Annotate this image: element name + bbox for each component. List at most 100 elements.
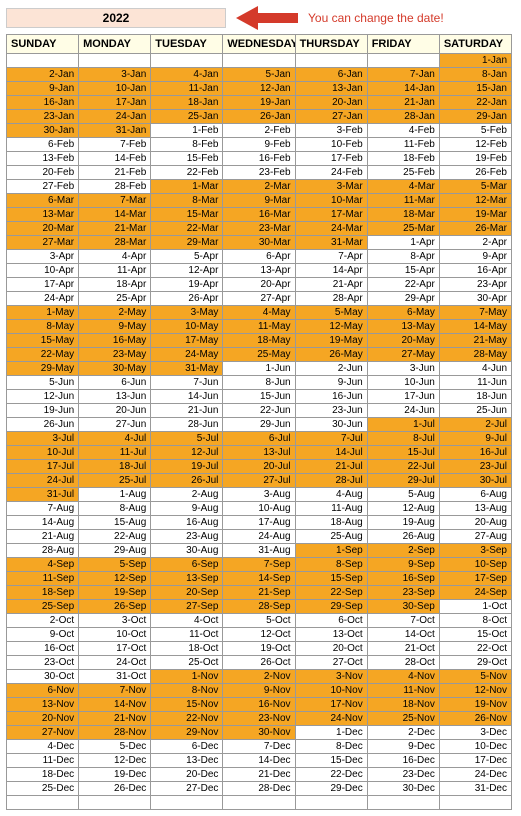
date-cell[interactable]: 25-Jan (151, 110, 223, 124)
date-cell[interactable]: 10-Nov (295, 684, 367, 698)
date-cell[interactable]: 3-Jun (367, 362, 439, 376)
date-cell[interactable]: 5-Jul (151, 432, 223, 446)
date-cell[interactable]: 23-Oct (7, 656, 79, 670)
date-cell[interactable]: 26-Apr (151, 292, 223, 306)
date-cell[interactable]: 25-Sep (7, 600, 79, 614)
date-cell[interactable]: 3-Nov (295, 670, 367, 684)
date-cell[interactable]: 16-Mar (223, 208, 295, 222)
date-cell[interactable]: 5-Oct (223, 614, 295, 628)
date-cell[interactable]: 30-Mar (223, 236, 295, 250)
date-cell[interactable]: 18-Jan (151, 96, 223, 110)
date-cell[interactable]: 30-Dec (367, 782, 439, 796)
date-cell[interactable]: 21-Feb (79, 166, 151, 180)
date-cell[interactable]: 31-Aug (223, 544, 295, 558)
date-cell[interactable]: 20-Mar (7, 222, 79, 236)
date-cell[interactable]: 19-Nov (439, 698, 511, 712)
date-cell[interactable]: 7-Nov (79, 684, 151, 698)
date-cell[interactable]: 31-Mar (295, 236, 367, 250)
date-cell[interactable]: 30-Aug (151, 544, 223, 558)
date-cell[interactable]: 9-Apr (439, 250, 511, 264)
date-cell[interactable]: 10-Jan (79, 82, 151, 96)
date-cell[interactable]: 27-Apr (223, 292, 295, 306)
date-cell[interactable]: 5-Nov (439, 670, 511, 684)
date-cell[interactable]: 10-Dec (439, 740, 511, 754)
date-cell[interactable]: 30-May (79, 362, 151, 376)
date-cell[interactable]: 28-Jan (367, 110, 439, 124)
date-cell[interactable]: 5-May (295, 306, 367, 320)
date-cell[interactable]: 26-Sep (79, 600, 151, 614)
date-cell[interactable]: 15-Sep (295, 572, 367, 586)
date-cell[interactable]: 29-Mar (151, 236, 223, 250)
date-cell[interactable]: 24-Apr (7, 292, 79, 306)
date-cell[interactable]: 26-Nov (439, 712, 511, 726)
date-cell[interactable]: 18-Oct (151, 642, 223, 656)
date-cell[interactable]: 7-Aug (7, 502, 79, 516)
date-cell[interactable]: 16-Sep (367, 572, 439, 586)
date-cell[interactable]: 28-Nov (79, 726, 151, 740)
date-cell[interactable]: 2-Jan (7, 68, 79, 82)
date-cell[interactable]: 19-Dec (79, 768, 151, 782)
date-cell[interactable]: 29-Jan (439, 110, 511, 124)
date-cell[interactable]: 4-Sep (7, 558, 79, 572)
date-cell[interactable]: 25-Mar (367, 222, 439, 236)
date-cell[interactable]: 22-Sep (295, 586, 367, 600)
date-cell[interactable]: 28-Feb (79, 180, 151, 194)
date-cell[interactable]: 16-Jun (295, 390, 367, 404)
date-cell[interactable]: 21-Jun (151, 404, 223, 418)
date-cell[interactable]: 13-Jan (295, 82, 367, 96)
date-cell[interactable]: 17-Apr (7, 278, 79, 292)
date-cell[interactable]: 27-Jan (295, 110, 367, 124)
date-cell[interactable]: 22-Jul (367, 460, 439, 474)
date-cell[interactable]: 23-May (79, 348, 151, 362)
date-cell[interactable]: 22-Jun (223, 404, 295, 418)
date-cell[interactable]: 14-Apr (295, 264, 367, 278)
date-cell[interactable]: 1-Dec (295, 726, 367, 740)
date-cell[interactable]: 5-Jun (7, 376, 79, 390)
date-cell[interactable]: 11-Feb (367, 138, 439, 152)
date-cell[interactable]: 2-Dec (367, 726, 439, 740)
date-cell[interactable]: 22-Aug (79, 530, 151, 544)
date-cell[interactable]: 22-Apr (367, 278, 439, 292)
date-cell[interactable]: 23-Jan (7, 110, 79, 124)
date-cell[interactable]: 4-Aug (295, 488, 367, 502)
date-cell[interactable]: 14-Aug (7, 516, 79, 530)
date-cell[interactable]: 31-Jan (79, 124, 151, 138)
date-cell[interactable]: 13-Sep (151, 572, 223, 586)
date-cell[interactable]: 14-Mar (79, 208, 151, 222)
date-cell[interactable]: 7-Apr (295, 250, 367, 264)
date-cell[interactable]: 14-Feb (79, 152, 151, 166)
date-cell[interactable]: 14-Jun (151, 390, 223, 404)
date-cell[interactable]: 28-May (439, 348, 511, 362)
date-cell[interactable]: 20-Jul (223, 460, 295, 474)
date-cell[interactable]: 9-Jul (439, 432, 511, 446)
date-cell[interactable]: 13-Jul (223, 446, 295, 460)
date-cell[interactable]: 25-Feb (367, 166, 439, 180)
date-cell[interactable]: 10-Aug (223, 502, 295, 516)
date-cell[interactable]: 24-Jan (79, 110, 151, 124)
date-cell[interactable]: 5-Feb (439, 124, 511, 138)
date-cell[interactable] (7, 796, 79, 810)
date-cell[interactable]: 26-Jan (223, 110, 295, 124)
date-cell[interactable]: 15-Dec (295, 754, 367, 768)
date-cell[interactable]: 17-Oct (79, 642, 151, 656)
date-cell[interactable]: 10-Jul (7, 446, 79, 460)
date-cell[interactable]: 17-Mar (295, 208, 367, 222)
date-cell[interactable]: 16-Nov (223, 698, 295, 712)
date-cell[interactable]: 8-Jun (223, 376, 295, 390)
date-cell[interactable]: 7-Mar (79, 194, 151, 208)
date-cell[interactable]: 2-Jun (295, 362, 367, 376)
date-cell[interactable]: 27-Dec (151, 782, 223, 796)
date-cell[interactable]: 12-May (295, 320, 367, 334)
date-cell[interactable]: 23-Jun (295, 404, 367, 418)
date-cell[interactable]: 20-Sep (151, 586, 223, 600)
date-cell[interactable]: 12-Dec (79, 754, 151, 768)
date-cell[interactable] (79, 54, 151, 68)
date-cell[interactable]: 6-Feb (7, 138, 79, 152)
date-cell[interactable]: 27-Feb (7, 180, 79, 194)
date-cell[interactable]: 21-Oct (367, 642, 439, 656)
date-cell[interactable]: 8-Jul (367, 432, 439, 446)
date-cell[interactable]: 29-Jun (223, 418, 295, 432)
date-cell[interactable]: 16-Feb (223, 152, 295, 166)
date-cell[interactable]: 23-Feb (223, 166, 295, 180)
date-cell[interactable]: 2-Feb (223, 124, 295, 138)
